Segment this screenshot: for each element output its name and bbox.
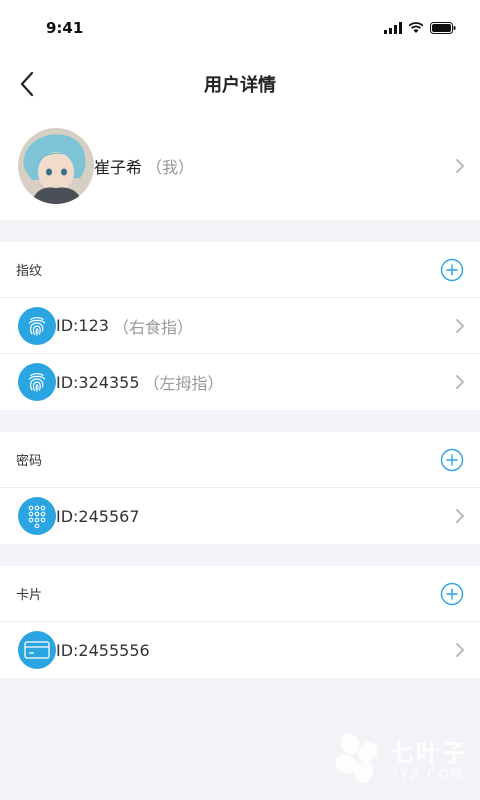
chevron-right-icon <box>456 159 465 173</box>
wifi-icon <box>408 22 424 33</box>
status-bar: 9:41 <box>0 0 480 56</box>
section-divider <box>0 220 480 242</box>
watermark-domain: 7YZ.COM <box>390 768 464 783</box>
signal-icon <box>384 22 402 34</box>
section-divider <box>0 410 480 432</box>
chevron-right-icon <box>456 375 465 389</box>
section-divider <box>0 544 480 566</box>
card-row[interactable]: ID:2455556 <box>0 622 480 678</box>
card-header: 卡片 <box>0 566 480 622</box>
add-password-button[interactable] <box>440 448 464 472</box>
leaf-logo-icon <box>335 733 378 783</box>
card-section: 卡片 ID:2455556 <box>0 566 480 678</box>
section-title: 卡片 <box>16 588 43 603</box>
back-arrow-icon[interactable] <box>16 68 44 100</box>
section-title: 密码 <box>16 454 43 469</box>
password-header: 密码 <box>0 432 480 488</box>
password-row[interactable]: ID:245567 <box>0 488 480 544</box>
fingerprint-icon <box>18 363 56 401</box>
status-icons <box>384 22 456 34</box>
chevron-right-icon <box>456 318 465 333</box>
battery-icon <box>430 22 456 34</box>
profile-name: 崔子希 <box>94 158 143 177</box>
profile-row[interactable]: 崔子希 （我） <box>0 112 480 220</box>
add-card-button[interactable] <box>440 582 464 606</box>
fingerprint-id: ID:324355 <box>56 372 140 392</box>
fingerprint-finger: （右食指） <box>112 317 193 337</box>
card-id: ID:2455556 <box>56 640 150 660</box>
fingerprint-finger: （左拇指） <box>143 374 224 393</box>
status-time: 9:41 <box>46 19 84 37</box>
add-fingerprint-button[interactable] <box>440 258 464 282</box>
fingerprint-id: ID:123 <box>56 316 109 335</box>
card-icon <box>18 631 56 669</box>
password-id: ID:245567 <box>56 506 140 526</box>
chevron-right-icon <box>456 509 465 523</box>
fingerprint-header: 指纹 <box>0 242 480 298</box>
chevron-right-icon <box>456 643 465 657</box>
watermark-title: 七叶子 <box>390 739 468 767</box>
section-title: 指纹 <box>16 264 43 279</box>
page-title: 用户详情 <box>204 75 276 96</box>
fingerprint-row[interactable]: ID:324355 （左拇指） <box>0 354 480 410</box>
watermark: 七叶子 7YZ.COM <box>330 730 468 786</box>
nav-bar: 用户详情 <box>0 56 480 112</box>
fingerprint-section: 指纹 ID:123 （右食指） ID:324355 （左拇指） <box>0 242 480 410</box>
password-section: 密码 ID:245567 <box>0 432 480 544</box>
profile-tag: （我） <box>146 158 195 177</box>
keypad-icon <box>18 497 56 535</box>
fingerprint-icon <box>18 306 56 345</box>
fingerprint-row[interactable]: ID:123 （右食指） <box>0 298 480 354</box>
avatar <box>18 128 94 204</box>
